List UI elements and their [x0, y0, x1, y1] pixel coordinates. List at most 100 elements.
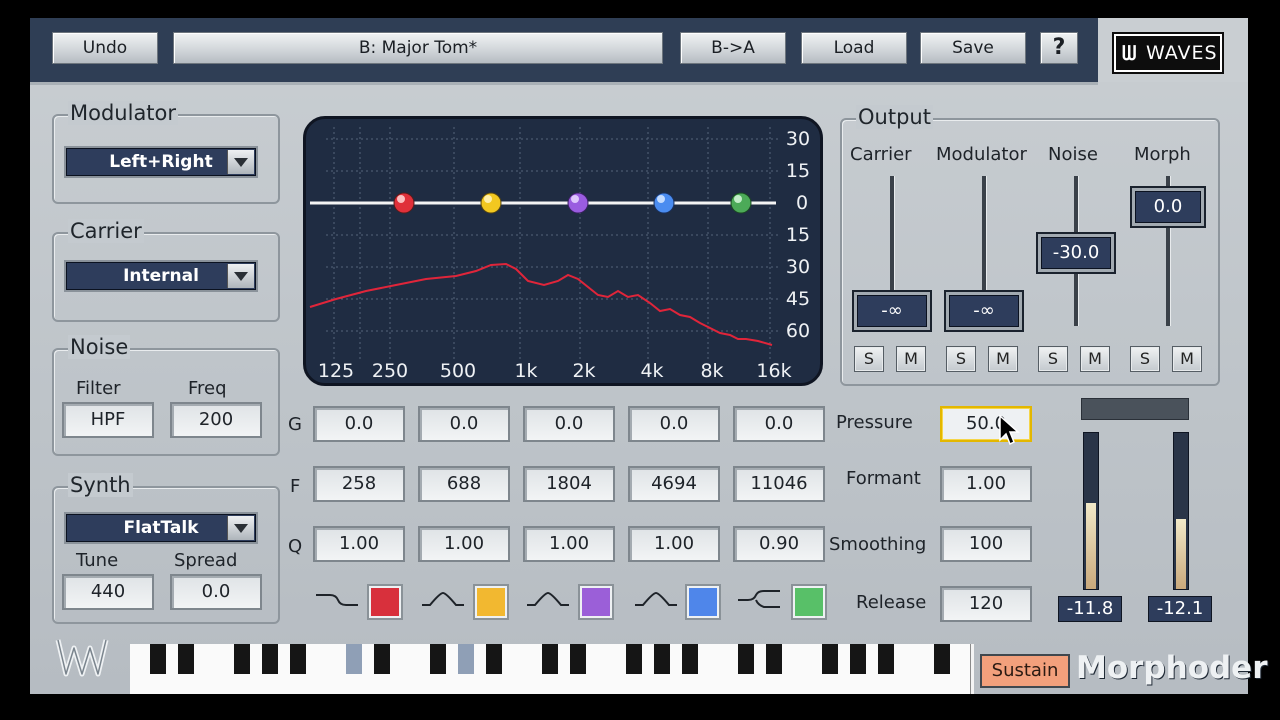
band-5-freq-field[interactable]: 11046: [733, 466, 825, 502]
band-3-freq-field[interactable]: 1804: [523, 466, 615, 502]
piano-black-key[interactable]: [570, 644, 586, 674]
piano-black-key[interactable]: [542, 644, 558, 674]
piano-black-key[interactable]: [822, 644, 838, 674]
freq-label: 125: [318, 360, 354, 382]
help-button[interactable]: ?: [1040, 32, 1078, 64]
synth-tune-field[interactable]: 440: [62, 574, 154, 610]
db-label: 60: [786, 320, 810, 342]
bell-filter-icon[interactable]: [420, 589, 466, 611]
band-4-freq-field[interactable]: 4694: [628, 466, 720, 502]
chevron-down-icon[interactable]: [227, 264, 254, 288]
morph-mute-button[interactable]: M: [1172, 346, 1202, 372]
piano-black-key[interactable]: [374, 644, 390, 674]
carrier-solo-button[interactable]: S: [854, 346, 884, 372]
piano-black-key[interactable]: [430, 644, 446, 674]
piano-black-key[interactable]: [878, 644, 894, 674]
piano-black-key[interactable]: [850, 644, 866, 674]
band-4-q-field[interactable]: 1.00: [628, 526, 720, 562]
piano-black-key[interactable]: [150, 644, 166, 674]
piano-black-key[interactable]: [682, 644, 698, 674]
band-1-q-field[interactable]: 1.00: [313, 526, 405, 562]
release-label: Release: [856, 592, 927, 613]
db-label: 45: [786, 288, 810, 310]
band-2-freq-field[interactable]: 688: [418, 466, 510, 502]
freq-label: 8k: [700, 360, 723, 382]
noise-mute-button[interactable]: M: [1080, 346, 1110, 372]
band-2-enable-button[interactable]: [473, 584, 509, 620]
carrier-dropdown[interactable]: Internal: [64, 260, 258, 292]
product-name: Morphoder: [1076, 650, 1268, 686]
carrier-mute-button[interactable]: M: [896, 346, 926, 372]
modulator-solo-button[interactable]: S: [946, 346, 976, 372]
noise-slider-thumb[interactable]: -30.0: [1038, 234, 1114, 272]
band-2-node: [480, 192, 502, 214]
morph-solo-button[interactable]: S: [1130, 346, 1160, 372]
band-4-enable-button[interactable]: [685, 584, 721, 620]
piano-black-key[interactable]: [290, 644, 306, 674]
band-1-node: [393, 192, 415, 214]
smoothing-field[interactable]: 100: [940, 526, 1032, 562]
undo-button[interactable]: Undo: [52, 32, 158, 64]
band-3-enable-button[interactable]: [578, 584, 614, 620]
piano-black-key[interactable]: [262, 644, 278, 674]
piano-black-key[interactable]: [738, 644, 754, 674]
band-1-enable-button[interactable]: [367, 584, 403, 620]
preset-name-field[interactable]: B: Major Tom*: [173, 32, 663, 64]
db-label: 30: [786, 256, 810, 278]
modulator-dropdown[interactable]: Left+Right: [64, 146, 258, 178]
formant-field[interactable]: 1.00: [940, 466, 1032, 502]
piano-black-key[interactable]: [626, 644, 642, 674]
band-3-gain-field[interactable]: 0.0: [523, 406, 615, 442]
chevron-down-icon[interactable]: [227, 516, 254, 540]
modulator-mute-button[interactable]: M: [988, 346, 1018, 372]
band-1-gain-field[interactable]: 0.0: [313, 406, 405, 442]
synth-spread-field[interactable]: 0.0: [170, 574, 262, 610]
meter-clip-indicator[interactable]: [1081, 398, 1189, 420]
mouse-cursor-icon: [999, 414, 1020, 446]
save-button[interactable]: Save: [920, 32, 1026, 64]
noise-solo-button[interactable]: S: [1038, 346, 1068, 372]
freq-label: 1k: [514, 360, 537, 382]
piano-black-key[interactable]: [934, 644, 950, 674]
low-shelf-icon[interactable]: [314, 589, 360, 611]
piano-black-key[interactable]: [234, 644, 250, 674]
band-3-q-field[interactable]: 1.00: [523, 526, 615, 562]
piano-black-key[interactable]: [654, 644, 670, 674]
band-4-gain-field[interactable]: 0.0: [628, 406, 720, 442]
output-meter-left: [1083, 432, 1099, 590]
bell-filter-icon[interactable]: [633, 589, 679, 611]
freq-label: 250: [372, 360, 408, 382]
bell-filter-icon[interactable]: [525, 589, 571, 611]
db-label: 15: [786, 160, 810, 182]
band-1-freq-field[interactable]: 258: [313, 466, 405, 502]
chevron-down-icon[interactable]: [227, 150, 254, 174]
release-field[interactable]: 120: [940, 586, 1032, 622]
band-5-q-field[interactable]: 0.90: [733, 526, 825, 562]
meter-right-fill: [1176, 518, 1186, 589]
band-5-gain-field[interactable]: 0.0: [733, 406, 825, 442]
morph-slider-thumb[interactable]: 0.0: [1132, 188, 1204, 226]
db-label: 0: [796, 192, 808, 214]
piano-black-key[interactable]: [766, 644, 782, 674]
piano-black-key[interactable]: [458, 644, 474, 674]
piano-black-key[interactable]: [486, 644, 502, 674]
copy-b-to-a-button[interactable]: B->A: [680, 32, 786, 64]
synth-dropdown[interactable]: FlatTalk: [64, 512, 258, 544]
piano-black-key[interactable]: [346, 644, 362, 674]
morphoder-plugin: Undo B: Major Tom* B->A Load Save ? ᗯ WA…: [30, 18, 1268, 694]
eq-graph-display[interactable]: 30 15 0 15 30 45 60 125 250 500 1k 2k 4k…: [303, 116, 823, 386]
piano-keyboard[interactable]: [130, 644, 974, 694]
load-button[interactable]: Load: [801, 32, 907, 64]
piano-black-key[interactable]: [178, 644, 194, 674]
noise-filter-field[interactable]: HPF: [62, 402, 154, 438]
modulator-slider-thumb[interactable]: -∞: [946, 292, 1022, 330]
output-meter-right: [1173, 432, 1189, 590]
high-shelf-icon[interactable]: [736, 589, 782, 611]
band-2-q-field[interactable]: 1.00: [418, 526, 510, 562]
carrier-slider-thumb[interactable]: -∞: [854, 292, 930, 330]
sustain-button[interactable]: Sustain: [980, 654, 1070, 688]
carrier-group: Carrier Internal: [52, 219, 280, 322]
noise-freq-field[interactable]: 200: [170, 402, 262, 438]
band-2-gain-field[interactable]: 0.0: [418, 406, 510, 442]
band-5-enable-button[interactable]: [791, 584, 827, 620]
